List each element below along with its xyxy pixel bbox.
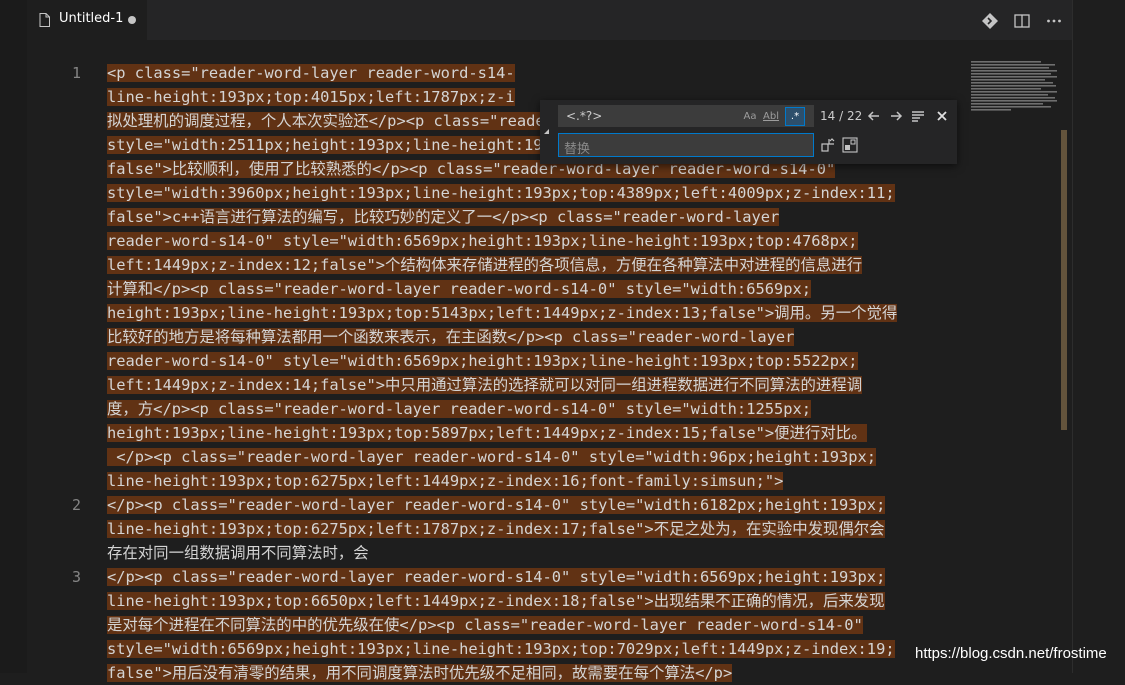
toggle-replace-icon[interactable] bbox=[542, 120, 552, 144]
tab-title: Untitled-1 bbox=[59, 11, 124, 26]
replace-input[interactable]: 替换 bbox=[558, 133, 814, 157]
code-line: false">用后没有清零的结果，用不同调度算法时优先级不足相同，故需要在每个算… bbox=[107, 664, 733, 682]
next-match-icon[interactable] bbox=[888, 108, 904, 124]
tab-untitled-1[interactable]: Untitled-1 bbox=[27, 0, 147, 40]
find-input[interactable]: <.*?> Aa Abl .* bbox=[558, 105, 814, 127]
code-line: 比较好的地方是将每种算法都用一个函数来表示，在主函数</p><p class="… bbox=[107, 328, 795, 346]
editor-area[interactable]: 1 2 3 <p class="reader-word-layer reader… bbox=[27, 40, 1072, 682]
find-query: <.*?> bbox=[566, 109, 603, 123]
code-line: line-height:193px;top:6275px;left:1449px… bbox=[107, 472, 784, 490]
code-line: false">c++语言进行算法的编写，比较巧妙的定义了一</p><p clas… bbox=[107, 208, 780, 226]
tab-bar: Untitled-1 bbox=[27, 0, 1072, 41]
open-changes-icon[interactable] bbox=[981, 12, 999, 30]
scrollbar-thumb[interactable] bbox=[1061, 130, 1067, 430]
code-line: line-height:193px;top:4015px;left:1787px… bbox=[107, 88, 515, 106]
code-line: </p><p class="reader-word-layer reader-w… bbox=[107, 448, 877, 466]
activity-gutter bbox=[0, 0, 27, 673]
match-case-toggle[interactable]: Aa bbox=[741, 109, 759, 125]
right-panel-edge bbox=[1072, 0, 1125, 673]
code-line: left:1449px;z-index:12;false">个结构体来存储进程的… bbox=[107, 256, 863, 274]
code-line: line-height:193px;top:6650px;left:1449px… bbox=[107, 592, 885, 610]
line-number: 3 bbox=[71, 568, 81, 586]
match-count: 14 / 22 bbox=[820, 109, 863, 123]
line-number: 1 bbox=[71, 64, 81, 82]
code-line: height:193px;line-height:193px;top:5897p… bbox=[107, 424, 867, 442]
line-number-gutter: 1 2 3 bbox=[27, 40, 99, 673]
replace-placeholder: 替换 bbox=[564, 142, 591, 157]
replace-all-icon[interactable] bbox=[842, 137, 858, 153]
code-line: </p><p class="reader-word-layer reader-w… bbox=[107, 568, 886, 586]
code-line: line-height:193px;top:6275px;left:1787px… bbox=[107, 520, 885, 538]
file-icon bbox=[39, 13, 50, 27]
close-icon[interactable] bbox=[934, 108, 950, 124]
unsaved-dot-icon[interactable] bbox=[128, 16, 136, 24]
code-line: 度，方</p><p class="reader-word-layer reade… bbox=[107, 400, 812, 418]
code-line: <p class="reader-word-layer reader-word-… bbox=[107, 64, 515, 82]
previous-match-icon[interactable] bbox=[866, 108, 882, 124]
code-line: 存在对同一组数据调用不同算法时，会 bbox=[107, 544, 369, 562]
whole-word-toggle[interactable]: Abl bbox=[762, 109, 780, 125]
find-replace-widget: <.*?> Aa Abl .* 14 / 22 替换 bbox=[540, 100, 957, 164]
code-line: height:193px;line-height:193px;top:5143p… bbox=[107, 304, 898, 322]
code-line: style="width:3960px;height:193px;line-he… bbox=[107, 184, 895, 202]
code-line: reader-word-s14-0" style="width:6569px;h… bbox=[107, 352, 858, 370]
code-line: </p><p class="reader-word-layer reader-w… bbox=[107, 496, 886, 514]
code-line: 是对每个进程在不同算法的中的优先级在使</p><p class="reader-… bbox=[107, 616, 863, 634]
code-line: 计算和</p><p class="reader-word-layer reade… bbox=[107, 280, 812, 298]
minimap[interactable] bbox=[970, 60, 1062, 115]
regex-toggle[interactable]: .* bbox=[785, 107, 805, 126]
watermark: https://blog.csdn.net/frostime bbox=[915, 645, 1107, 662]
replace-one-icon[interactable] bbox=[820, 137, 836, 153]
line-number: 2 bbox=[71, 496, 81, 514]
more-actions-icon[interactable] bbox=[1045, 12, 1063, 30]
find-in-selection-icon[interactable] bbox=[910, 108, 926, 124]
code-line: reader-word-s14-0" style="width:6569px;h… bbox=[107, 232, 858, 250]
code-line: left:1449px;z-index:14;false">中只用通过算法的选择… bbox=[107, 376, 863, 394]
split-editor-icon[interactable] bbox=[1013, 12, 1031, 30]
code-line: style="width:6569px;height:193px;line-he… bbox=[107, 640, 895, 658]
